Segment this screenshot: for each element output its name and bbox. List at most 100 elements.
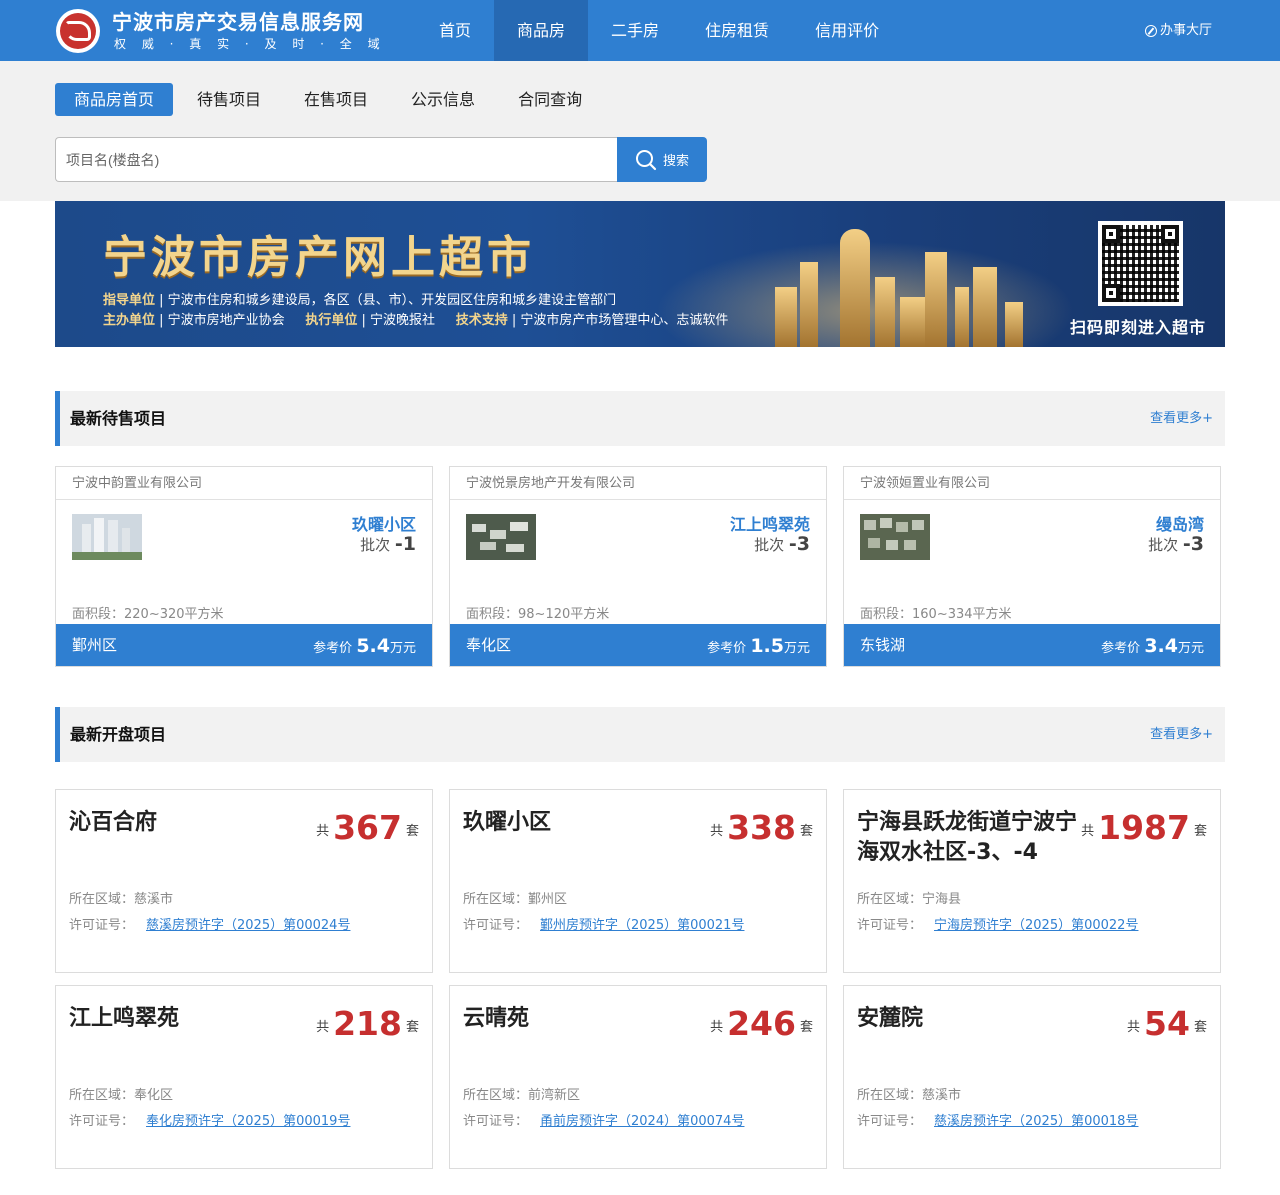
pending-section-header: 最新待售项目 查看更多+	[55, 391, 1225, 446]
banner-guide-line: 指导单位 | 宁波市住房和城乡建设局，各区（县、市）、开发园区住房和城乡建设主管…	[103, 293, 617, 308]
license-link[interactable]: 慈溪房预许字（2025）第00024号	[146, 918, 350, 933]
opening-project-card[interactable]: 江上鸣翠苑 共 218 套 所在区域：奉化区 许可证号： 奉化房预许字（2025）第0…	[55, 985, 433, 1169]
sub-nav: 商品房首页 待售项目 在售项目 公示信息 合同查询	[55, 83, 606, 116]
opening-section-title: 最新开盘项目	[70, 725, 167, 744]
project-name[interactable]: 缦岛湾	[1156, 511, 1204, 535]
pending-project-card[interactable]: 宁波悦景房地产开发有限公司 江上鸣翠苑 批次 -3 面积段：98~120平方米 …	[449, 466, 827, 667]
site-logo[interactable]: 宁波市房产交易信息服务网 权 威 · 真 实 · 及 时 · 全 域	[56, 6, 382, 56]
search-button-label: 搜索	[662, 154, 689, 169]
license-row: 许可证号： 鄞州房预许字（2025）第00021号	[463, 918, 745, 933]
region: 所在区域：前湾新区	[463, 1088, 581, 1103]
nav-second-hand[interactable]: 二手房	[588, 0, 682, 61]
unit-count: 共 218 套	[316, 1004, 419, 1043]
subnav-on-sale-projects[interactable]: 在售项目	[285, 83, 387, 116]
license-row: 许可证号： 奉化房预许字（2025）第00019号	[69, 1114, 351, 1129]
project-name[interactable]: 安麓院	[857, 1004, 1079, 1034]
batch-number: 批次 -3	[1148, 533, 1204, 555]
site-title: 宁波市房产交易信息服务网	[112, 10, 364, 34]
logo-emblem-icon	[56, 9, 100, 53]
site-slogan: 权 威 · 真 实 · 及 时 · 全 域	[114, 37, 382, 51]
project-name[interactable]: 玖曜小区	[352, 511, 416, 535]
pending-section-title: 最新待售项目	[70, 409, 167, 428]
promo-banner[interactable]: 宁波市房产网上超市 指导单位 | 宁波市住房和城乡建设局，各区（县、市）、开发园…	[55, 201, 1225, 347]
service-hall-label: 办事大厅	[1159, 23, 1212, 38]
search-input[interactable]	[55, 137, 617, 182]
pending-more-link[interactable]: 查看更多+	[1150, 391, 1213, 446]
unit-count: 共 338 套	[710, 808, 813, 847]
region: 所在区域：慈溪市	[857, 1088, 962, 1103]
developer-name: 宁波领姮置业有限公司	[844, 467, 1220, 500]
project-thumbnail	[860, 514, 930, 560]
license-row: 许可证号： 慈溪房预许字（2025）第00024号	[69, 918, 351, 933]
qr-code	[1098, 221, 1183, 306]
license-row: 许可证号： 慈溪房预许字（2025）第00018号	[857, 1114, 1139, 1129]
opening-project-card[interactable]: 安麓院 共 54 套 所在区域：慈溪市 许可证号： 慈溪房预许字（2025）第0001…	[843, 985, 1221, 1169]
project-name[interactable]: 云晴苑	[463, 1004, 685, 1034]
license-row: 许可证号： 宁海房预许字（2025）第00022号	[857, 918, 1139, 933]
subnav-contract-query[interactable]: 合同查询	[499, 83, 601, 116]
project-name[interactable]: 江上鸣翠苑	[69, 1004, 291, 1034]
unit-count: 共 1987 套	[1081, 808, 1207, 847]
opening-more-link[interactable]: 查看更多+	[1150, 707, 1213, 762]
nav-home[interactable]: 首页	[416, 0, 494, 61]
sub-header: 商品房首页 待售项目 在售项目 公示信息 合同查询 搜索	[0, 61, 1280, 201]
card-footer: 鄞州区 参考价 5.4万元	[56, 624, 432, 666]
license-link[interactable]: 鄞州房预许字（2025）第00021号	[540, 918, 744, 933]
project-name[interactable]: 玖曜小区	[463, 808, 685, 838]
pending-project-card[interactable]: 宁波领姮置业有限公司 缦岛湾 批次 -3 面积段：160~334平方米 东钱湖 …	[843, 466, 1221, 667]
district: 鄞州区	[72, 636, 118, 654]
reference-price: 参考价 1.5万元	[707, 635, 810, 657]
project-thumbnail	[72, 514, 142, 560]
batch-number: 批次 -1	[360, 533, 416, 555]
search-bar: 搜索	[55, 137, 707, 182]
project-name[interactable]: 沁百合府	[69, 808, 291, 838]
subnav-pending-projects[interactable]: 待售项目	[178, 83, 280, 116]
compass-icon	[1144, 24, 1157, 37]
card-footer: 奉化区 参考价 1.5万元	[450, 624, 826, 666]
license-row: 许可证号： 甬前房预许字（2024）第00074号	[463, 1114, 745, 1129]
banner-organizer-line: 主办单位 | 宁波市房地产业协会 执行单位 | 宁波晚报社 技术支持 | 宁波市…	[103, 313, 729, 328]
region: 所在区域：鄞州区	[463, 892, 568, 907]
district: 东钱湖	[860, 636, 906, 654]
region: 所在区域：宁海县	[857, 892, 962, 907]
search-icon	[635, 149, 657, 170]
banner-scan-text: 扫码即刻进入超市	[1070, 318, 1207, 337]
area-range: 面积段：220~320平方米	[72, 607, 224, 622]
unit-count: 共 54 套	[1127, 1004, 1207, 1043]
pending-project-card[interactable]: 宁波中韵置业有限公司 玖曜小区 批次 -1 面积段：220~320平方米 鄞州区…	[55, 466, 433, 667]
nav-rental[interactable]: 住房租赁	[682, 0, 792, 61]
subnav-public-notice[interactable]: 公示信息	[392, 83, 494, 116]
unit-count: 共 246 套	[710, 1004, 813, 1043]
reference-price: 参考价 3.4万元	[1101, 635, 1204, 657]
opening-project-card[interactable]: 宁海县跃龙街道宁波宁海双水社区-3、-4 共 1987 套 所在区域：宁海县 许可证…	[843, 789, 1221, 973]
card-footer: 东钱湖 参考价 3.4万元	[844, 624, 1220, 666]
main-nav: 首页 商品房 二手房 住房租赁 信用评价	[416, 0, 902, 61]
top-bar: 宁波市房产交易信息服务网 权 威 · 真 实 · 及 时 · 全 域 首页 商品…	[0, 0, 1280, 61]
license-link[interactable]: 慈溪房预许字（2025）第00018号	[934, 1114, 1138, 1129]
region: 所在区域：慈溪市	[69, 892, 174, 907]
opening-project-card[interactable]: 沁百合府 共 367 套 所在区域：慈溪市 许可证号： 慈溪房预许字（2025）第00…	[55, 789, 433, 973]
license-link[interactable]: 甬前房预许字（2024）第00074号	[540, 1114, 744, 1129]
region: 所在区域：奉化区	[69, 1088, 174, 1103]
subnav-new-homes-home[interactable]: 商品房首页	[55, 83, 174, 116]
service-hall-link[interactable]: 办事大厅	[1144, 0, 1212, 61]
project-thumbnail	[466, 514, 536, 560]
license-link[interactable]: 宁海房预许字（2025）第00022号	[934, 918, 1138, 933]
license-link[interactable]: 奉化房预许字（2025）第00019号	[146, 1114, 350, 1129]
batch-number: 批次 -3	[754, 533, 810, 555]
unit-count: 共 367 套	[316, 808, 419, 847]
developer-name: 宁波中韵置业有限公司	[56, 467, 432, 500]
opening-project-card[interactable]: 云晴苑 共 246 套 所在区域：前湾新区 许可证号： 甬前房预许字（2024）第00…	[449, 985, 827, 1169]
opening-project-card[interactable]: 玖曜小区 共 338 套 所在区域：鄞州区 许可证号： 鄞州房预许字（2025）第00…	[449, 789, 827, 973]
developer-name: 宁波悦景房地产开发有限公司	[450, 467, 826, 500]
area-range: 面积段：160~334平方米	[860, 607, 1012, 622]
area-range: 面积段：98~120平方米	[466, 607, 610, 622]
project-name[interactable]: 江上鸣翠苑	[730, 511, 810, 535]
project-name[interactable]: 宁海县跃龙街道宁波宁海双水社区-3、-4	[857, 808, 1079, 868]
nav-credit-rating[interactable]: 信用评价	[792, 0, 902, 61]
reference-price: 参考价 5.4万元	[313, 635, 416, 657]
search-button[interactable]: 搜索	[617, 137, 707, 182]
nav-new-homes[interactable]: 商品房	[494, 0, 589, 61]
banner-title: 宁波市房产网上超市	[103, 232, 535, 283]
district: 奉化区	[466, 636, 512, 654]
